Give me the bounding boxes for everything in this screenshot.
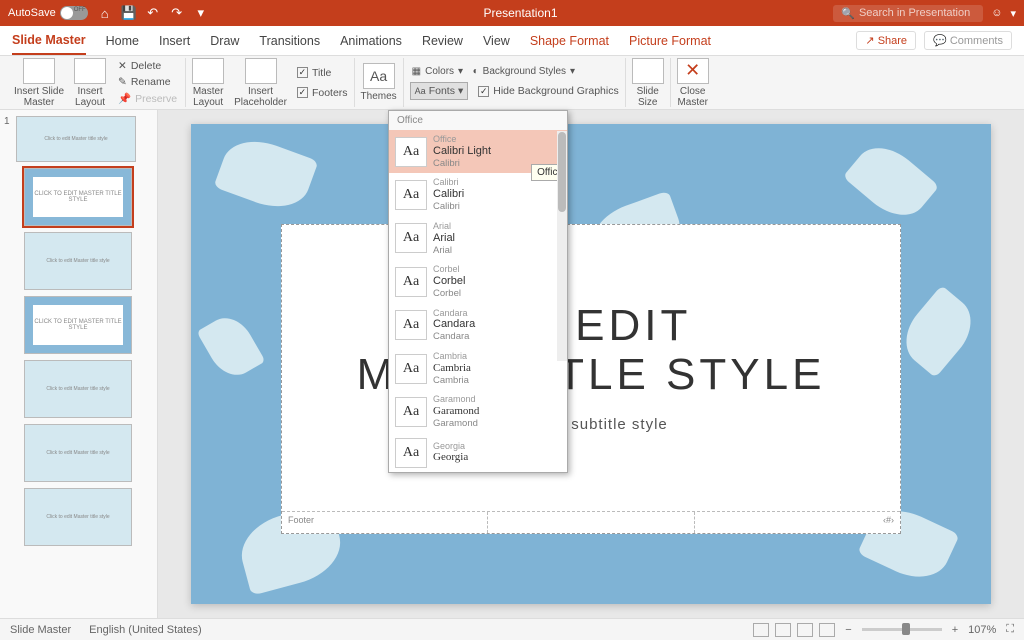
zoom-in-button[interactable]: + [952, 624, 958, 636]
document-title: Presentation1 [208, 6, 834, 20]
undo-icon[interactable]: ↶ [146, 6, 160, 20]
status-bar: Slide Master English (United States) − +… [0, 618, 1024, 640]
ribbon-tabs: Slide Master Home Insert Draw Transition… [0, 26, 1024, 56]
font-theme-item[interactable]: AaCandaraCandaraCandara [389, 304, 567, 347]
user-smile-icon[interactable]: ☺ [991, 7, 1002, 19]
tab-slide-master[interactable]: Slide Master [12, 27, 86, 55]
tab-review[interactable]: Review [422, 28, 463, 54]
tab-home[interactable]: Home [106, 28, 139, 54]
tab-view[interactable]: View [483, 28, 510, 54]
save-icon[interactable]: 💾 [122, 6, 136, 20]
thumbnail-master[interactable]: Click to edit Master title style [16, 116, 136, 162]
thumbnail-layout[interactable]: CLICK TO EDIT MASTER TITLE STYLE [24, 296, 132, 354]
title-options-icon[interactable]: ▾ [1010, 7, 1016, 20]
bgstyles-icon: ◐ [473, 66, 479, 77]
autosave-toggle[interactable]: AutoSave OFF [8, 6, 88, 20]
zoom-slider[interactable] [862, 628, 942, 631]
rename-button[interactable]: ✎Rename [116, 75, 179, 89]
delete-icon: ✕ [118, 60, 127, 72]
insert-placeholder-button[interactable]: Insert Placeholder [234, 58, 287, 108]
footers-checkbox[interactable]: ✓Footers [297, 87, 348, 99]
fonts-button[interactable]: AaFonts ▾ [410, 82, 469, 100]
tab-animations[interactable]: Animations [340, 28, 402, 54]
font-theme-item[interactable]: AaCorbelCorbelCorbel [389, 260, 567, 303]
ribbon: Insert Slide Master Insert Layout ✕Delet… [0, 56, 1024, 110]
close-master-button[interactable]: ✕Close Master [677, 58, 709, 108]
view-sorter-icon[interactable] [775, 623, 791, 637]
preserve-icon: 📌 [118, 92, 131, 105]
font-theme-item[interactable]: AaArialArialArial [389, 217, 567, 260]
font-theme-item[interactable]: AaGaramondGaramondGaramond [389, 390, 567, 433]
thumbnail-layout[interactable]: Click to edit Master title style [24, 488, 132, 546]
status-mode[interactable]: Slide Master [10, 624, 71, 636]
tab-picture-format[interactable]: Picture Format [629, 28, 711, 54]
master-layout-button[interactable]: Master Layout [192, 58, 224, 108]
fonts-dropdown-header: Office [389, 111, 567, 130]
autosave-label: AutoSave [8, 7, 56, 19]
home-icon[interactable]: ⌂ [98, 6, 112, 20]
search-input[interactable]: 🔍 Search in Presentation [833, 5, 983, 22]
thumbnail-layout[interactable]: Click to edit Master title style [24, 360, 132, 418]
comments-button[interactable]: 💬 Comments [924, 31, 1012, 50]
thumbnail-layout[interactable]: Click to edit Master title style [24, 424, 132, 482]
page-number-placeholder[interactable]: ‹#› [695, 512, 900, 533]
qat-dropdown-icon[interactable]: ▾ [194, 6, 208, 20]
tab-transitions[interactable]: Transitions [259, 28, 320, 54]
tab-draw[interactable]: Draw [210, 28, 239, 54]
tab-shape-format[interactable]: Shape Format [530, 28, 609, 54]
font-theme-item[interactable]: Aa OfficeCalibri LightCalibri Office [389, 130, 567, 173]
fonts-dropdown: Office Aa OfficeCalibri LightCalibri Off… [388, 110, 568, 473]
font-theme-item[interactable]: AaGeorgiaGeorgia [389, 434, 567, 472]
view-reading-icon[interactable] [797, 623, 813, 637]
font-theme-item[interactable]: AaCambriaCambriaCambria [389, 347, 567, 390]
hide-bg-checkbox[interactable]: ✓Hide Background Graphics [478, 85, 618, 97]
share-button[interactable]: ↗ Share [856, 31, 916, 50]
dropdown-scrollbar[interactable] [557, 131, 567, 361]
colors-icon: ▦ [412, 66, 421, 77]
title-placeholder[interactable]: TO EDIT M TITLE STYLE Master subtitle st… [282, 225, 900, 511]
colors-button[interactable]: ▦Colors ▾ ◐Background Styles ▾ [410, 65, 577, 78]
thumbnail-panel: 1 Click to edit Master title style CLICK… [0, 110, 158, 618]
footer-placeholder[interactable]: Footer [282, 512, 488, 533]
slide-size-button[interactable]: Slide Size [632, 58, 664, 108]
zoom-out-button[interactable]: − [845, 624, 851, 636]
status-language[interactable]: English (United States) [89, 624, 202, 636]
font-theme-item[interactable]: AaCalibriCalibriCalibri [389, 173, 567, 216]
insert-slide-master-button[interactable]: Insert Slide Master [14, 58, 64, 108]
view-normal-icon[interactable] [753, 623, 769, 637]
title-bar: AutoSave OFF ⌂ 💾 ↶ ↷ ▾ Presentation1 🔍 S… [0, 0, 1024, 26]
redo-icon[interactable]: ↷ [170, 6, 184, 20]
slide[interactable]: 5/15/19 TO EDIT M TITLE STYLE Master sub… [191, 124, 991, 604]
view-slideshow-icon[interactable] [819, 623, 835, 637]
preserve-button[interactable]: 📌Preserve [116, 91, 179, 106]
fit-to-window-icon[interactable]: ⛶ [1006, 623, 1014, 636]
themes-button[interactable]: AaThemes [361, 63, 397, 102]
zoom-level[interactable]: 107% [968, 624, 996, 636]
title-checkbox[interactable]: ✓Title [297, 67, 348, 79]
slide-canvas[interactable]: 5/15/19 TO EDIT M TITLE STYLE Master sub… [158, 110, 1024, 618]
rename-icon: ✎ [118, 76, 127, 88]
slide-content-area[interactable]: TO EDIT M TITLE STYLE Master subtitle st… [281, 224, 901, 534]
search-icon: 🔍 [841, 7, 855, 20]
thumbnail-layout[interactable]: CLICK TO EDIT MASTER TITLE STYLE [24, 168, 132, 226]
tab-insert[interactable]: Insert [159, 28, 190, 54]
delete-button[interactable]: ✕Delete [116, 59, 179, 73]
insert-layout-button[interactable]: Insert Layout [74, 58, 106, 108]
thumbnail-layout[interactable]: Click to edit Master title style [24, 232, 132, 290]
